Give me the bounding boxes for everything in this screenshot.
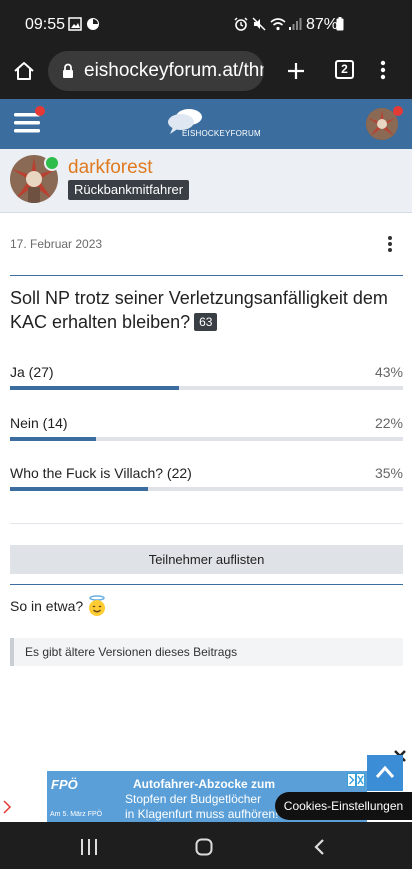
ad-line: Stopfen der Budgetlöcher	[125, 792, 262, 806]
poll-option-label: Who the Fuck is Villach? (22)	[10, 465, 192, 481]
signal-icon	[289, 18, 302, 30]
ad-small-print: Am 5. März FPÖ	[50, 811, 103, 818]
home-icon[interactable]	[13, 61, 35, 81]
poll-option: Nein (14) 22%	[10, 415, 403, 445]
post-options-button[interactable]	[386, 236, 394, 252]
back-nav-icon[interactable]	[313, 838, 325, 856]
ad-brand: FPÖ	[51, 777, 78, 792]
poll-option-track	[10, 487, 403, 491]
poll-option: Who the Fuck is Villach? (22) 35%	[10, 465, 403, 495]
poll-option-percent: 43%	[374, 364, 403, 380]
post-text: So in etwa?	[10, 598, 84, 614]
app-notification-icon	[87, 18, 99, 30]
image-notification-icon	[68, 17, 82, 31]
new-tab-icon[interactable]	[286, 61, 306, 81]
poll-option-bar	[10, 437, 97, 441]
ad-line: in Klagenfurt muss aufhören!	[125, 807, 279, 821]
poll-separator	[10, 523, 403, 524]
status-time: 09:55	[25, 16, 66, 33]
poll-option: Ja (27) 43%	[10, 364, 403, 394]
post-date[interactable]: 17. Februar 2023	[10, 237, 102, 251]
older-versions-notice: Es gibt ältere Versionen dieses Beitrags	[10, 638, 403, 666]
poll-top-divider	[10, 275, 403, 276]
poll-vote-count: 63	[194, 313, 218, 331]
hamburger-icon	[14, 113, 40, 133]
poll-option-percent: 22%	[374, 415, 403, 431]
poll-option-bar	[10, 487, 148, 491]
poll-option-track	[10, 386, 403, 390]
author-bar: darkforest Rückbankmitfahrer	[0, 149, 412, 213]
battery-percent: 87%	[306, 16, 339, 33]
author-role-badge: Rückbankmitfahrer	[68, 180, 190, 200]
list-participants-button[interactable]: Teilnehmer auflisten	[10, 545, 403, 574]
lock-icon	[63, 63, 73, 78]
tab-switcher-button[interactable]: 2	[335, 60, 354, 79]
system-nav-bar	[0, 822, 412, 869]
dot	[388, 242, 392, 246]
screen: 09:55 87% eishockeyforum.at/thr 2 EISHOC…	[0, 0, 412, 869]
recent-apps-icon[interactable]	[80, 839, 98, 855]
site-header: EISHOCKEYFORUM	[0, 99, 412, 149]
browser-menu-icon[interactable]	[380, 60, 386, 80]
poll-option-label: Nein (14)	[10, 415, 68, 431]
cookie-settings-button[interactable]: Cookies-Einstellungen	[275, 792, 412, 820]
poll-bottom-divider	[10, 584, 403, 585]
ad-choices-icon[interactable]	[347, 773, 365, 787]
hamburger-menu-button[interactable]	[14, 112, 40, 134]
angel-smiley-icon	[89, 595, 105, 616]
logo-text: EISHOCKEYFORUM	[182, 129, 261, 138]
status-bar: 09:55 87%	[0, 0, 412, 50]
poll-option-track	[10, 437, 403, 441]
alarm-icon	[234, 17, 248, 31]
poll-option-percent: 35%	[374, 465, 403, 481]
author-name-link[interactable]: darkforest	[68, 157, 152, 179]
older-versions-text: Es gibt ältere Versionen dieses Beitrags	[25, 645, 238, 659]
battery-icon	[336, 17, 344, 31]
address-bar[interactable]: eishockeyforum.at/thr	[48, 51, 264, 91]
wifi-icon	[270, 18, 286, 31]
mute-icon	[252, 17, 266, 31]
poll-option-label: Ja (27)	[10, 364, 54, 380]
online-status-dot	[44, 155, 60, 171]
browser-toolbar: eishockeyforum.at/thr 2	[0, 50, 412, 99]
poll-option-bar	[10, 386, 179, 390]
poll-question: Soll NP trotz seiner Verletzungsanfällig…	[10, 286, 405, 334]
scroll-to-top-button[interactable]	[367, 755, 403, 791]
menu-notification-dot	[35, 106, 45, 116]
ad-prev-icon[interactable]	[2, 799, 12, 815]
url-text: eishockeyforum.at/thr	[84, 60, 264, 81]
user-notification-dot	[393, 106, 403, 116]
chevron-up-icon	[375, 765, 395, 778]
home-nav-icon[interactable]	[195, 838, 213, 856]
dot	[388, 248, 392, 252]
dot	[388, 236, 392, 240]
ad-headline: Autofahrer-Abzocke zum	[133, 777, 276, 791]
